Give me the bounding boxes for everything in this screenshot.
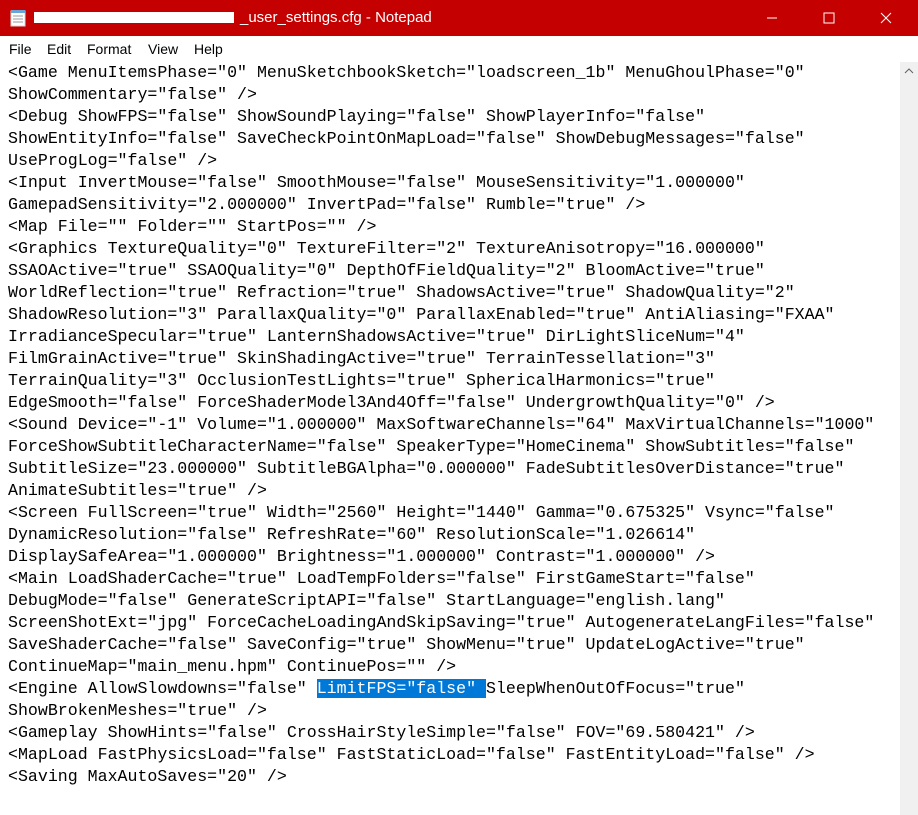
text-line: IrradianceSpecular="true" LanternShadows… — [8, 327, 745, 346]
text-line: DisplaySafeArea="1.000000" Brightness="1… — [8, 547, 716, 566]
text-line: SaveShaderCache="false" SaveConfig="true… — [8, 635, 805, 654]
menu-help[interactable]: Help — [194, 41, 223, 57]
menu-view[interactable]: View — [148, 41, 178, 57]
text-line: GamepadSensitivity="2.000000" InvertPad=… — [8, 195, 646, 214]
scroll-up-button[interactable] — [900, 62, 918, 80]
text-line: <Graphics TextureQuality="0" TextureFilt… — [8, 239, 765, 258]
text-line: ScreenShotExt="jpg" ForceCacheLoadingAnd… — [8, 613, 875, 632]
text-line: <Screen FullScreen="true" Width="2560" H… — [8, 503, 835, 522]
menu-file[interactable]: File — [9, 41, 32, 57]
text-line: ShowEntityInfo="false" SaveCheckPointOnM… — [8, 129, 805, 148]
minimize-icon — [767, 17, 777, 19]
text-line: <Debug ShowFPS="false" ShowSoundPlaying=… — [8, 107, 706, 126]
text-line: FilmGrainActive="true" SkinShadingActive… — [8, 349, 716, 368]
title-bar[interactable]: _user_settings.cfg - Notepad — [0, 0, 918, 36]
text-line: ContinueMap="main_menu.hpm" ContinuePos=… — [8, 657, 457, 676]
menu-bar: File Edit Format View Help — [0, 36, 918, 62]
text-line: SubtitleSize="23.000000" SubtitleBGAlpha… — [8, 459, 845, 478]
text-line: EdgeSmooth="false" ForceShaderModel3And4… — [8, 393, 775, 412]
text-line: WorldReflection="true" Refraction="true"… — [8, 283, 795, 302]
text-line: <Map File="" Folder="" StartPos="" /> — [8, 217, 377, 236]
text-line: <Game MenuItemsPhase="0" MenuSketchbookS… — [8, 63, 805, 82]
menu-format[interactable]: Format — [87, 41, 131, 57]
minimize-button[interactable] — [749, 0, 795, 36]
text-line: <MapLoad FastPhysicsLoad="false" FastSta… — [8, 745, 815, 764]
text-line: SSAOActive="true" SSAOQuality="0" DepthO… — [8, 261, 765, 280]
vertical-scrollbar[interactable] — [900, 62, 918, 815]
text-line: <Gameplay ShowHints="false" CrossHairSty… — [8, 723, 755, 742]
text-line: TerrainQuality="3" OcclusionTestLights="… — [8, 371, 716, 390]
text-line: ShadowResolution="3" ParallaxQuality="0"… — [8, 305, 835, 324]
text-line: DynamicResolution="false" RefreshRate="6… — [8, 525, 696, 544]
chevron-up-icon — [904, 68, 914, 74]
redacted-filename — [34, 12, 234, 23]
text-line: ShowCommentary="false" /> — [8, 85, 257, 104]
text-line: <Main LoadShaderCache="true" LoadTempFol… — [8, 569, 755, 588]
scrollbar-track[interactable] — [902, 82, 916, 772]
window-title: _user_settings.cfg - Notepad — [240, 9, 432, 26]
menu-edit[interactable]: Edit — [47, 41, 71, 57]
text-line: <Saving MaxAutoSaves="20" /> — [8, 767, 287, 786]
text-line: UseProgLog="false" /> — [8, 151, 218, 170]
text-line: DebugMode="false" GenerateScriptAPI="fal… — [8, 591, 725, 610]
text-line: <Input InvertMouse="false" SmoothMouse="… — [8, 173, 745, 192]
selected-text[interactable]: LimitFPS="false" — [316, 679, 486, 698]
text-editor[interactable]: <Game MenuItemsPhase="0" MenuSketchbookS… — [0, 62, 900, 815]
text-line: ShowBrokenMeshes="true" /> — [8, 701, 267, 720]
text-line-engine: <Engine AllowSlowdowns="false" LimitFPS=… — [8, 678, 745, 700]
maximize-button[interactable] — [806, 0, 852, 36]
text-line: <Sound Device="-1" Volume="1.000000" Max… — [8, 415, 875, 434]
notepad-app-icon — [10, 10, 26, 27]
engine-text-after: SleepWhenOutOfFocus="true" — [486, 679, 745, 698]
maximize-icon — [823, 12, 835, 24]
close-icon — [880, 12, 892, 24]
close-button[interactable] — [863, 0, 909, 36]
engine-text-before: <Engine AllowSlowdowns="false" — [8, 679, 317, 698]
text-line: AnimateSubtitles="true" /> — [8, 481, 267, 500]
text-line: ForceShowSubtitleCharacterName="false" S… — [8, 437, 855, 456]
